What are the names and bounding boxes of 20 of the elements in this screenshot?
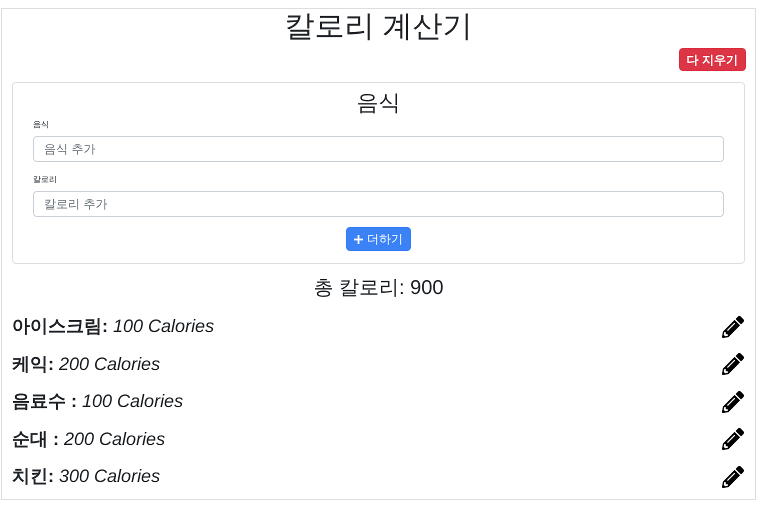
- form-heading: 음식: [356, 89, 400, 117]
- pencil-icon[interactable]: [722, 353, 744, 376]
- food-entry: 치킨: 300 Calories: [12, 465, 160, 488]
- food-entry: 아이스크림: 100 Calories: [12, 315, 214, 338]
- total-calories: 총 칼로리: 900: [313, 276, 444, 301]
- input-field[interactable]: 음식 추가: [33, 136, 724, 162]
- field-label: 칼로리: [33, 175, 57, 185]
- pencil-icon[interactable]: [722, 316, 744, 338]
- field-label: 음식: [33, 120, 49, 130]
- app-title: 칼로리 계산기: [284, 9, 473, 45]
- pencil-icon[interactable]: [722, 390, 744, 413]
- add-button[interactable]: 더하기: [346, 227, 411, 251]
- pencil-icon[interactable]: [722, 466, 744, 488]
- input-field[interactable]: 칼로리 추가: [33, 191, 724, 217]
- pencil-icon[interactable]: [722, 428, 744, 450]
- plus-icon: [354, 234, 363, 244]
- food-entry: 순대 : 200 Calories: [12, 428, 166, 451]
- clear-all-button[interactable]: 다 지우기: [678, 48, 746, 71]
- food-entry: 음료수 : 100 Calories: [12, 390, 184, 414]
- food-entry: 케익: 200 Calories: [12, 352, 160, 376]
